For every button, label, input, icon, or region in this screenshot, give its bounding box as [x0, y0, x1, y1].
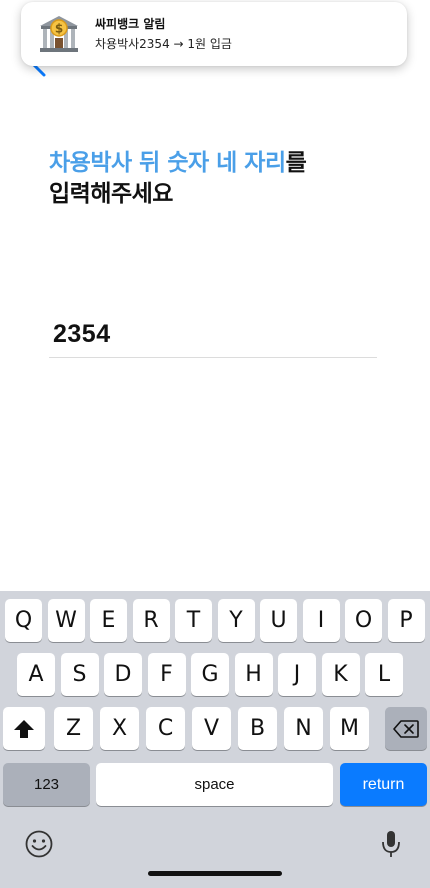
- space-key[interactable]: space: [96, 763, 333, 806]
- key-e[interactable]: E: [90, 599, 127, 642]
- key-v[interactable]: V: [192, 707, 231, 750]
- key-a[interactable]: A: [17, 653, 55, 696]
- delete-icon: [393, 719, 419, 738]
- key-n[interactable]: N: [284, 707, 323, 750]
- keyboard-row-2: ASDFGHJKL: [0, 653, 430, 696]
- key-o[interactable]: O: [345, 599, 382, 642]
- key-m[interactable]: M: [330, 707, 369, 750]
- heading-suffix: 를: [285, 150, 307, 176]
- key-i[interactable]: I: [302, 599, 340, 642]
- notification-title: 싸피뱅크 알림: [95, 17, 166, 31]
- numbers-key[interactable]: 123: [3, 763, 90, 806]
- key-q[interactable]: Q: [5, 599, 42, 642]
- emoji-icon[interactable]: [24, 829, 54, 859]
- key-c[interactable]: C: [146, 707, 185, 750]
- keyboard-row-3: ZXCVBNM: [0, 707, 430, 750]
- key-h[interactable]: H: [234, 653, 273, 696]
- keyboard-row-4: 123 space return: [0, 763, 430, 806]
- shift-icon: [14, 719, 34, 738]
- key-j[interactable]: J: [278, 653, 316, 696]
- shift-key[interactable]: [3, 707, 45, 750]
- key-z[interactable]: Z: [54, 707, 93, 750]
- svg-text:$: $: [55, 22, 63, 36]
- key-f[interactable]: F: [147, 653, 186, 696]
- key-g[interactable]: G: [191, 653, 229, 696]
- home-indicator: [148, 871, 282, 876]
- microphone-icon[interactable]: [380, 829, 402, 859]
- bank-icon: $: [40, 16, 78, 52]
- key-w[interactable]: W: [47, 599, 85, 642]
- key-l[interactable]: L: [365, 653, 403, 696]
- key-y[interactable]: Y: [217, 599, 255, 642]
- heading-highlight: 차용박사 뒤 숫자 네 자리: [49, 150, 286, 176]
- return-key[interactable]: return: [340, 763, 427, 806]
- key-x[interactable]: X: [100, 707, 139, 750]
- key-k[interactable]: K: [321, 653, 360, 696]
- keyboard: QWERTYUIOP ASDFGHJKL ZXCVBNM 123 space r…: [0, 591, 430, 888]
- delete-key[interactable]: [385, 707, 427, 750]
- page-heading: 차용박사 뒤 숫자 네 자리를 입력해주세요: [49, 148, 307, 210]
- push-notification[interactable]: $ 싸피뱅크 알림 차용박사2354 → 1원 입금: [21, 2, 407, 66]
- heading-line2: 입력해주세요: [49, 181, 173, 207]
- key-d[interactable]: D: [104, 653, 142, 696]
- key-t[interactable]: T: [175, 599, 212, 642]
- key-u[interactable]: U: [260, 599, 297, 642]
- key-r[interactable]: R: [132, 599, 170, 642]
- verification-code-input[interactable]: [49, 312, 377, 358]
- notification-message: 차용박사2354 → 1원 입금: [95, 37, 232, 51]
- key-b[interactable]: B: [238, 707, 277, 750]
- key-s[interactable]: S: [60, 653, 99, 696]
- keyboard-row-1: QWERTYUIOP: [0, 599, 430, 642]
- key-p[interactable]: P: [387, 599, 425, 642]
